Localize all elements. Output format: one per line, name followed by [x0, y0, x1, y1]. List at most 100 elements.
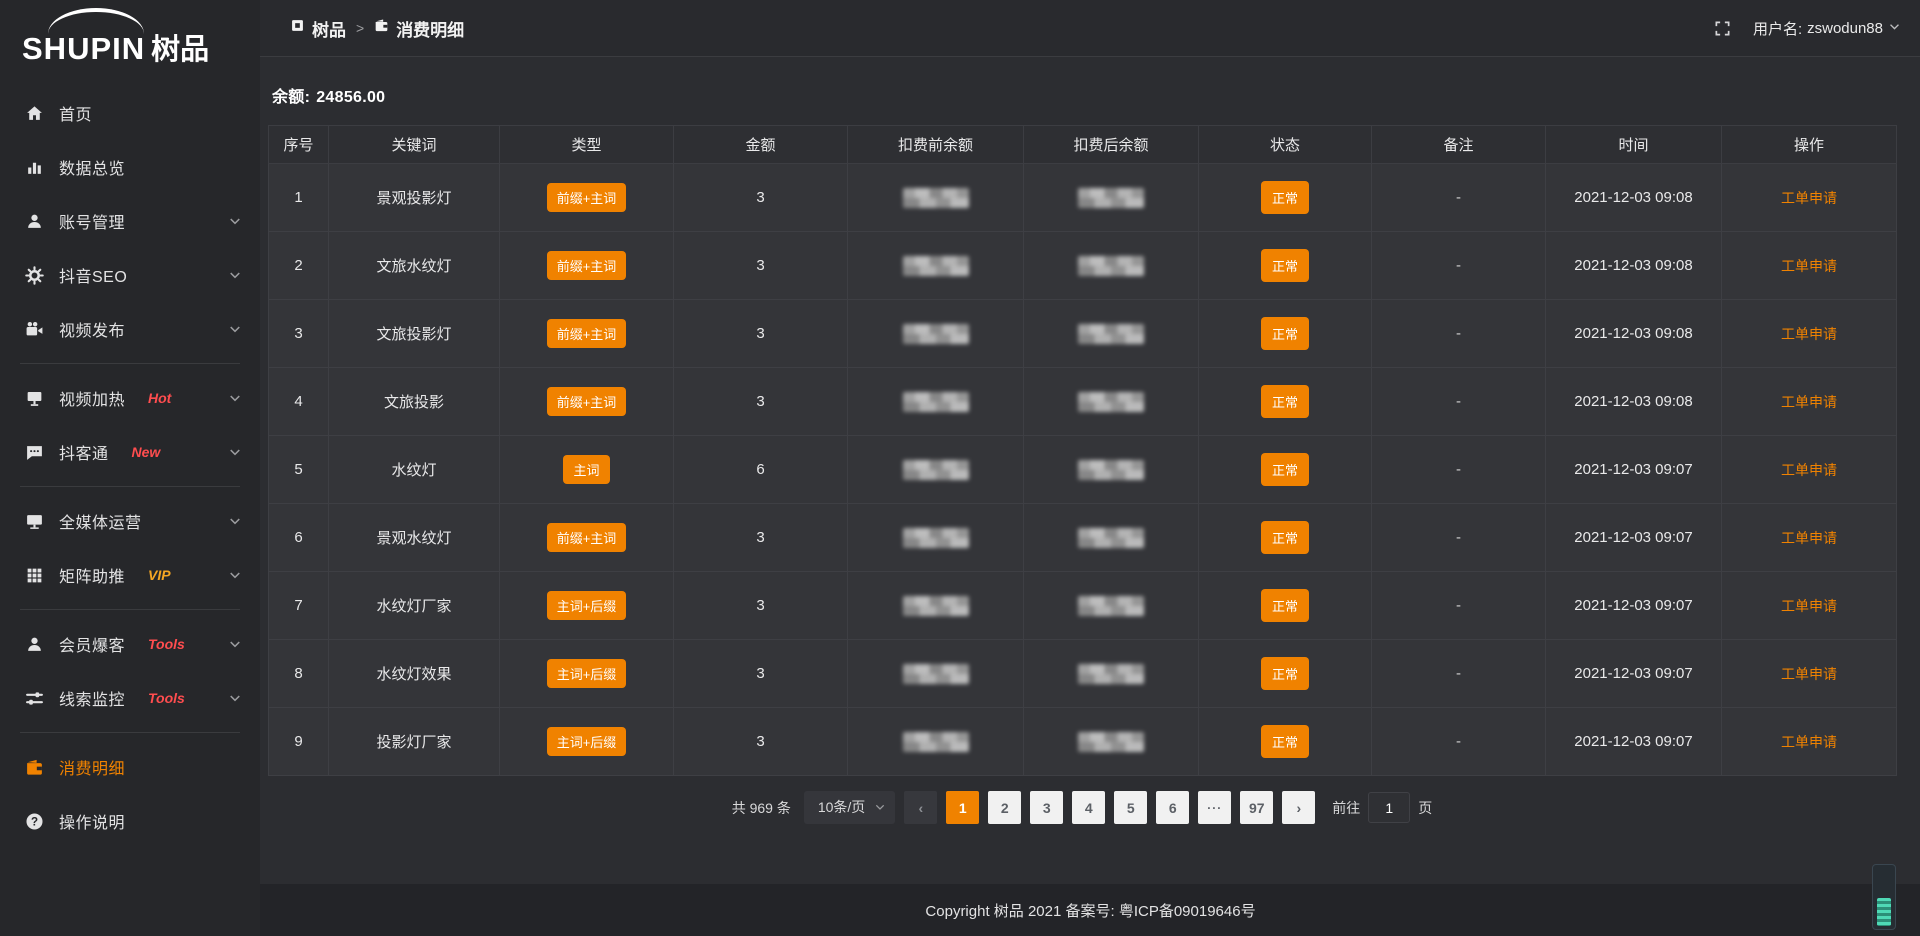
type-badge: 前缀+主词 — [547, 387, 627, 416]
table-row: 9投影灯厂家主词+后缀3正常-2021-12-03 09:07工单申请 — [269, 708, 1897, 776]
work-order-link[interactable]: 工单申请 — [1781, 394, 1837, 410]
action-cell: 工单申请 — [1722, 572, 1897, 640]
type-badge: 前缀+主词 — [547, 523, 627, 552]
note-cell: - — [1372, 504, 1546, 572]
status-cell: 正常 — [1199, 164, 1372, 232]
row-index: 2 — [269, 232, 329, 300]
sidebar-item-douyin-seo[interactable]: 抖音SEO — [0, 248, 260, 302]
sidebar-item-tag: Hot — [148, 390, 171, 406]
sidebar-item-video-heat[interactable]: 视频加热Hot — [0, 371, 260, 425]
note-cell: - — [1372, 708, 1546, 776]
column-header: 类型 — [500, 126, 674, 164]
next-page-button[interactable]: › — [1282, 791, 1315, 824]
sidebar-item-account-manage[interactable]: 账号管理 — [0, 194, 260, 248]
page-button-3[interactable]: 3 — [1030, 791, 1063, 824]
sidebar-item-matrix-boost[interactable]: 矩阵助推VIP — [0, 548, 260, 602]
type-badge: 前缀+主词 — [547, 183, 627, 212]
work-order-link[interactable]: 工单申请 — [1781, 462, 1837, 478]
row-index: 4 — [269, 368, 329, 436]
work-order-link[interactable]: 工单申请 — [1781, 530, 1837, 546]
note-cell: - — [1372, 232, 1546, 300]
breadcrumb-item-consume-detail[interactable]: 消费明细 — [374, 16, 464, 41]
home-icon — [24, 103, 44, 123]
status-cell: 正常 — [1199, 232, 1372, 300]
floating-widget-stripes-icon — [1877, 898, 1891, 926]
goto-page-input[interactable] — [1368, 792, 1410, 823]
work-order-link[interactable]: 工单申请 — [1781, 734, 1837, 750]
status-badge: 正常 — [1261, 521, 1309, 554]
content: 余额:24856.00 序号关键词类型金额扣费前余额扣费后余额状态备注时间操作 … — [260, 57, 1920, 884]
post-balance-cell — [1024, 504, 1199, 572]
note-text: - — [1456, 325, 1461, 342]
status-cell: 正常 — [1199, 436, 1372, 504]
post-balance-cell — [1024, 708, 1199, 776]
prev-page-button[interactable]: ‹ — [904, 791, 937, 824]
page-button-97[interactable]: 97 — [1240, 791, 1273, 824]
sidebar-item-tag: VIP — [148, 567, 171, 583]
chevron-down-icon — [228, 568, 242, 582]
masked-balance — [1078, 392, 1144, 412]
masked-balance — [903, 528, 969, 548]
sidebar-item-label: 首页 — [59, 101, 92, 125]
note-text: - — [1456, 597, 1461, 614]
logo-text-en: SHUPIN — [22, 31, 145, 66]
amount-cell: 3 — [674, 708, 848, 776]
sidebar-divider — [20, 609, 240, 610]
work-order-link[interactable]: 工单申请 — [1781, 258, 1837, 274]
masked-balance — [1078, 324, 1144, 344]
sidebar-divider — [20, 363, 240, 364]
sidebar-item-home[interactable]: 首页 — [0, 86, 260, 140]
more-pages-button[interactable]: ··· — [1198, 791, 1231, 824]
chevron-down-icon — [228, 445, 242, 459]
work-order-link[interactable]: 工单申请 — [1781, 598, 1837, 614]
page-button-1[interactable]: 1 — [946, 791, 979, 824]
page-button-5[interactable]: 5 — [1114, 791, 1147, 824]
main-area: 树品 > 消费明细 用户名: zswodun88 余额:24856.00 — [260, 0, 1920, 936]
amount-cell: 3 — [674, 368, 848, 436]
chevron-down-icon — [228, 391, 242, 405]
sidebar-item-operation-guide[interactable]: ?操作说明 — [0, 794, 260, 848]
column-header: 状态 — [1199, 126, 1372, 164]
pre-balance-cell — [848, 368, 1024, 436]
post-balance-cell — [1024, 232, 1199, 300]
floating-widget[interactable] — [1872, 864, 1896, 930]
type-cell: 前缀+主词 — [500, 504, 674, 572]
copyright-text: Copyright 树品 2021 备案号: 粤ICP备09019646号 — [925, 900, 1255, 921]
action-cell: 工单申请 — [1722, 436, 1897, 504]
sidebar-item-member-burst[interactable]: 会员爆客Tools — [0, 617, 260, 671]
work-order-link[interactable]: 工单申请 — [1781, 326, 1837, 342]
status-cell: 正常 — [1199, 572, 1372, 640]
question-icon: ? — [24, 811, 44, 831]
sidebar-item-data-overview[interactable]: 数据总览 — [0, 140, 260, 194]
page-button-2[interactable]: 2 — [988, 791, 1021, 824]
keyword-cell: 水纹灯效果 — [329, 640, 500, 708]
column-header: 金额 — [674, 126, 848, 164]
masked-balance — [1078, 664, 1144, 684]
time-cell: 2021-12-03 09:07 — [1546, 436, 1722, 504]
sidebar-item-doukotong[interactable]: 抖客通New — [0, 425, 260, 479]
sidebar-item-consume-detail[interactable]: 消费明细 — [0, 740, 260, 794]
sidebar-item-all-media-operation[interactable]: 全媒体运营 — [0, 494, 260, 548]
note-cell: - — [1372, 436, 1546, 504]
fullscreen-icon[interactable] — [1714, 20, 1731, 37]
work-order-link[interactable]: 工单申请 — [1781, 666, 1837, 682]
page-button-4[interactable]: 4 — [1072, 791, 1105, 824]
action-cell: 工单申请 — [1722, 640, 1897, 708]
action-cell: 工单申请 — [1722, 708, 1897, 776]
page-size-select[interactable]: 10条/页 — [804, 791, 895, 824]
table-row: 4文旅投影前缀+主词3正常-2021-12-03 09:08工单申请 — [269, 368, 1897, 436]
work-order-link[interactable]: 工单申请 — [1781, 190, 1837, 206]
sidebar-item-clue-monitor[interactable]: 线索监控Tools — [0, 671, 260, 725]
sidebar-item-label: 全媒体运营 — [59, 509, 142, 533]
time-cell: 2021-12-03 09:08 — [1546, 300, 1722, 368]
user-menu[interactable]: 用户名: zswodun88 — [1753, 18, 1901, 39]
amount-cell: 3 — [674, 640, 848, 708]
breadcrumb-item-shupin[interactable]: 树品 — [290, 16, 346, 41]
row-index: 1 — [269, 164, 329, 232]
masked-balance — [903, 392, 969, 412]
pre-balance-cell — [848, 436, 1024, 504]
row-index: 3 — [269, 300, 329, 368]
sidebar-item-video-publish[interactable]: 视频发布 — [0, 302, 260, 356]
page-button-6[interactable]: 6 — [1156, 791, 1189, 824]
breadcrumb-label: 树品 — [312, 16, 346, 41]
